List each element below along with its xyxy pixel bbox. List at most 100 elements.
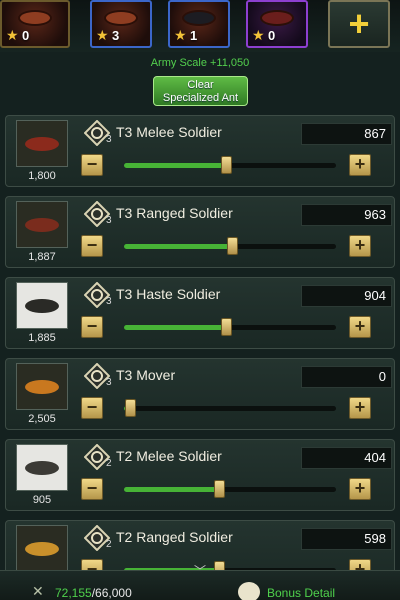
decrease-button[interactable]: −: [81, 316, 103, 338]
slider-fill: [124, 163, 226, 168]
increase-button[interactable]: +: [349, 235, 371, 257]
hero-star-count: 3: [112, 28, 120, 43]
quantity-slider[interactable]: [124, 399, 336, 417]
unit-count: 1,887: [28, 251, 56, 263]
decrease-button[interactable]: −: [81, 397, 103, 419]
tier-number: 3: [106, 377, 112, 388]
hero-slot-3[interactable]: ★ 1: [168, 0, 230, 48]
quantity-slider[interactable]: [124, 237, 336, 255]
star-icon: ★: [252, 27, 265, 43]
hero-star-count: 1: [190, 28, 198, 43]
unit-portrait: [16, 120, 68, 167]
ant-icon: [25, 379, 59, 394]
tier-number: 2: [106, 458, 112, 469]
hero-portrait: [262, 12, 292, 24]
unit-name: T3 Mover: [116, 367, 176, 383]
hero-portrait: [106, 12, 136, 24]
increase-button[interactable]: +: [349, 397, 371, 419]
crossed-swords-icon: ✕: [32, 583, 44, 599]
quantity-input[interactable]: 598: [301, 528, 392, 550]
army-capacity: 72,155/66,000: [55, 586, 132, 600]
unit-card: 905 2 T2 Melee Soldier 404 − +: [5, 439, 395, 511]
unit-card: 1,800 3 T3 Melee Soldier 867 − +: [5, 115, 395, 187]
chevron-down-icon[interactable]: ﹀: [190, 565, 210, 577]
bottom-bar: ﹀ ✕ 72,155/66,000 Bonus Detail: [0, 565, 400, 600]
add-hero-button[interactable]: +: [328, 0, 390, 48]
hero-portrait: [184, 12, 214, 24]
unit-count: 2,505: [28, 413, 56, 425]
quantity-slider[interactable]: [124, 156, 336, 174]
capacity-max: /66,000: [91, 586, 132, 600]
bar-chart-icon[interactable]: [238, 582, 260, 600]
increase-button[interactable]: +: [349, 559, 371, 570]
unit-card: 1,885 3 T3 Haste Soldier 904 − +: [5, 277, 395, 349]
slider-handle[interactable]: [125, 399, 136, 417]
unit-name: T3 Melee Soldier: [116, 124, 222, 140]
hero-slot-bar: ★ 0 ★ 3 ★ 1 ★ 0 +: [0, 0, 400, 52]
unit-card: 2 T2 Ranged Soldier 598 − +: [5, 520, 395, 570]
unit-portrait: [16, 525, 68, 570]
unit-portrait: [16, 201, 68, 248]
unit-name: T2 Ranged Soldier: [116, 529, 233, 545]
tier-number: 2: [106, 539, 112, 550]
ant-icon: [25, 298, 59, 313]
clear-button-line2: Specialized Ant: [162, 92, 239, 104]
unit-card: 2,505 3 T3 Mover 0 − +: [5, 358, 395, 430]
decrease-button[interactable]: −: [81, 235, 103, 257]
slider-handle[interactable]: [214, 561, 225, 570]
unit-name: T2 Melee Soldier: [116, 448, 222, 464]
slider-handle[interactable]: [221, 318, 232, 336]
hero-slot-4[interactable]: ★ 0: [246, 0, 308, 48]
tier-number: 3: [106, 134, 112, 145]
hero-portrait: [20, 12, 50, 24]
unit-name: T3 Haste Soldier: [116, 286, 221, 302]
hero-star-count: 0: [22, 28, 30, 43]
increase-button[interactable]: +: [349, 316, 371, 338]
increase-button[interactable]: +: [349, 154, 371, 176]
quantity-input[interactable]: 904: [301, 285, 392, 307]
hero-slot-2[interactable]: ★ 3: [90, 0, 152, 48]
plus-icon: +: [348, 3, 370, 44]
unit-portrait: [16, 363, 68, 410]
unit-list[interactable]: 1,800 3 T3 Melee Soldier 867 − + 1,887 3…: [0, 112, 400, 570]
ant-icon: [25, 541, 59, 556]
star-icon: ★: [96, 27, 109, 43]
slider-handle[interactable]: [214, 480, 225, 498]
star-icon: ★: [6, 27, 19, 43]
unit-name: T3 Ranged Soldier: [116, 205, 233, 221]
clear-button-line1: Clear: [187, 79, 214, 91]
decrease-button[interactable]: −: [81, 478, 103, 500]
unit-card: 1,887 3 T3 Ranged Soldier 963 − +: [5, 196, 395, 268]
ant-icon: [25, 460, 59, 475]
unit-count: 1,885: [28, 332, 56, 344]
unit-portrait: [16, 444, 68, 491]
quantity-input[interactable]: 963: [301, 204, 392, 226]
ant-icon: [25, 217, 59, 232]
increase-button[interactable]: +: [349, 478, 371, 500]
quantity-slider[interactable]: [124, 318, 336, 336]
bonus-detail-link[interactable]: Bonus Detail: [267, 586, 335, 600]
quantity-slider[interactable]: [124, 480, 336, 498]
capacity-current: 72,155: [55, 586, 92, 600]
hero-star-count: 0: [268, 28, 276, 43]
slider-handle[interactable]: [227, 237, 238, 255]
unit-count: 905: [32, 494, 52, 506]
clear-specialized-ant-button[interactable]: Clear Specialized Ant: [153, 76, 248, 106]
slider-fill: [124, 244, 232, 249]
quantity-input[interactable]: 867: [301, 123, 392, 145]
tier-number: 3: [106, 215, 112, 226]
slider-fill: [124, 325, 226, 330]
quantity-input[interactable]: 404: [301, 447, 392, 469]
star-icon: ★: [174, 27, 187, 43]
army-scale-label: Army Scale +11,050: [150, 57, 250, 69]
tier-number: 3: [106, 296, 112, 307]
ant-icon: [25, 136, 59, 151]
slider-handle[interactable]: [221, 156, 232, 174]
slider-fill: [124, 487, 219, 492]
decrease-button[interactable]: −: [81, 154, 103, 176]
hero-slot-1[interactable]: ★ 0: [0, 0, 70, 48]
quantity-input[interactable]: 0: [301, 366, 392, 388]
unit-count: 1,800: [28, 170, 56, 182]
decrease-button[interactable]: −: [81, 559, 103, 570]
unit-portrait: [16, 282, 68, 329]
